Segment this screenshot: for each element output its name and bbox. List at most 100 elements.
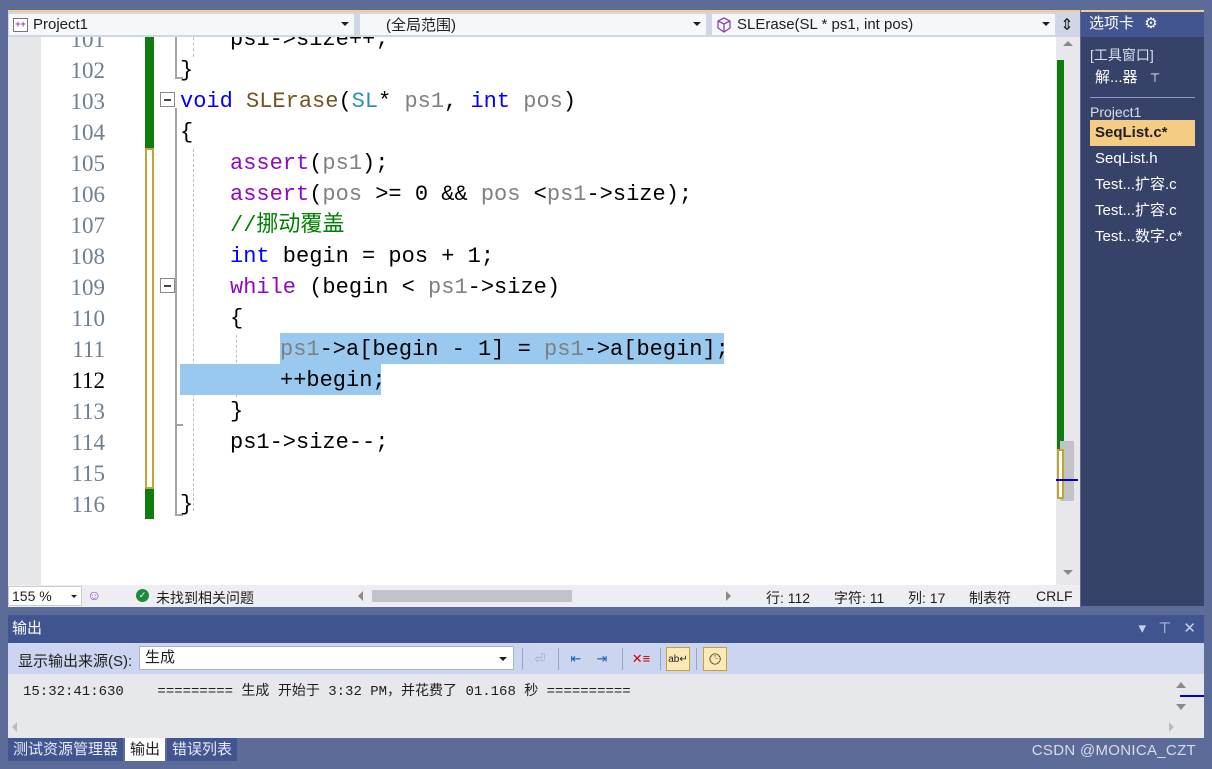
- outline-line: [175, 37, 177, 79]
- line-number: 107: [70, 213, 106, 238]
- code-line-110: {: [230, 303, 243, 334]
- line-number: 108: [70, 244, 106, 269]
- tool-window-group-label: [工具窗口]: [1090, 47, 1154, 63]
- chevron-down-icon: [693, 22, 701, 26]
- saved-change-marker: [145, 37, 154, 148]
- code-text: (: [309, 151, 323, 176]
- tab-test-expand-2[interactable]: Test...扩容.c: [1081, 198, 1204, 224]
- editor-status-bar: 155 % ☺ ✓ 未找到相关问题 行: 112 字符: 11 列: 17 制表…: [8, 585, 1080, 607]
- project-dropdown[interactable]: ++ Project1: [8, 13, 355, 36]
- tab-label: 解...器: [1095, 69, 1138, 86]
- gear-icon[interactable]: ⚙: [1144, 15, 1157, 32]
- scrollbar-unsaved-marker: [1057, 449, 1064, 499]
- scroll-up-icon[interactable]: [1063, 41, 1073, 46]
- line-indicator[interactable]: 行: 112: [766, 588, 810, 608]
- code-text: }: [180, 58, 194, 83]
- scope-label: (全局范围): [386, 17, 456, 34]
- intellicode-health-icon[interactable]: ☺: [87, 587, 101, 603]
- function-cube-icon: [717, 16, 731, 33]
- line-number: 103: [70, 89, 106, 114]
- scroll-up-icon[interactable]: [1176, 682, 1186, 688]
- tab-seqlist-c[interactable]: SeqList.c*: [1090, 120, 1195, 146]
- scope-dropdown[interactable]: (全局范围): [359, 13, 707, 36]
- scroll-right-icon[interactable]: [1169, 722, 1174, 732]
- previous-message-button[interactable]: ⇤: [564, 647, 588, 671]
- horizontal-scrollbar-thumb[interactable]: [372, 590, 572, 602]
- scroll-right-icon[interactable]: [726, 591, 731, 601]
- scroll-left-icon[interactable]: [358, 591, 363, 601]
- find-message-icon: ⏎: [534, 651, 546, 666]
- pin-icon[interactable]: ⊤: [1150, 71, 1160, 85]
- line-number: 114: [71, 430, 105, 455]
- tab-solution-explorer[interactable]: 解...器 ⊤: [1081, 65, 1204, 91]
- function-dropdown[interactable]: SLErase(SL * ps1, int pos): [711, 13, 1056, 36]
- code-text: (: [338, 89, 352, 114]
- output-text-area[interactable]: 15:32:41:630 ========= 生成 开始于 3:32 PM，并花…: [8, 674, 1204, 738]
- tab-seqlist-h[interactable]: SeqList.h: [1081, 146, 1204, 172]
- code-text: }: [230, 399, 244, 424]
- code-editor[interactable]: 101 102 103 104 105 106 107 108 109 110 …: [8, 37, 1080, 585]
- code-text: ps1->size--;: [230, 430, 389, 455]
- collapse-while-toggle[interactable]: [160, 278, 175, 293]
- tab-test-expand-1[interactable]: Test...扩容.c: [1081, 172, 1204, 198]
- code-text: }: [180, 492, 194, 517]
- vertical-scrollbar[interactable]: [1056, 37, 1080, 585]
- issues-status[interactable]: 未找到相关问题: [156, 588, 254, 608]
- code-text: ): [562, 89, 577, 114]
- arrow-left-lines-icon: ⇤: [570, 651, 582, 666]
- line-number: 113: [71, 399, 105, 424]
- word-wrap-icon: ab↵: [668, 653, 688, 665]
- code-line-113: }: [230, 396, 243, 427]
- line-number-current: 112: [71, 368, 105, 393]
- code-text: );: [362, 151, 389, 176]
- parameter: ps1: [280, 337, 320, 362]
- code-text: ->size): [467, 275, 561, 300]
- indent-mode-indicator[interactable]: 制表符: [969, 588, 1011, 608]
- column-indicator[interactable]: 列: 17: [908, 588, 945, 608]
- code-line-116: }: [180, 489, 193, 520]
- dropdown-icon[interactable]: ▾: [1138, 620, 1146, 637]
- line-ending-indicator[interactable]: CRLF: [1036, 588, 1073, 604]
- output-panel-title: 输出: [12, 620, 43, 637]
- scrollbar-caret-marker: [1180, 695, 1204, 697]
- output-line: 15:32:41:630 ========= 生成 开始于 3:32 PM，并花…: [23, 684, 631, 700]
- code-text: {: [180, 120, 194, 145]
- tab-error-list[interactable]: 错误列表: [167, 738, 238, 761]
- line-number: 105: [70, 151, 106, 176]
- line-number: 111: [72, 337, 105, 362]
- tabs-panel-title: 选项卡: [1089, 15, 1135, 32]
- char-indicator[interactable]: 字符: 11: [834, 588, 884, 608]
- code-text: begin = pos + 1;: [269, 244, 495, 269]
- code-line-106: assert(pos >= 0 && pos <ps1->size);: [230, 179, 692, 210]
- scroll-left-icon[interactable]: [12, 722, 17, 732]
- toolbar-separator: [696, 648, 697, 670]
- parameter: pos: [510, 89, 563, 114]
- split-window-button[interactable]: ⇕: [1056, 12, 1078, 37]
- output-source-dropdown[interactable]: 生成: [139, 646, 514, 670]
- function-label: SLErase(SL * ps1, int pos): [737, 16, 914, 33]
- close-icon[interactable]: ✕: [1183, 620, 1196, 637]
- tab-test-explorer[interactable]: 测试资源管理器: [8, 738, 124, 761]
- timestamp-toggle[interactable]: 🕒︎: [703, 647, 727, 671]
- code-text: (: [309, 182, 323, 207]
- zoom-level-dropdown[interactable]: 155 %: [8, 586, 82, 606]
- code-text: <: [520, 182, 547, 207]
- find-message-button[interactable]: ⏎: [528, 647, 552, 671]
- tab-test-number[interactable]: Test...数字.c*: [1081, 224, 1204, 250]
- tabs-panel-header: 选项卡 ⚙: [1081, 10, 1204, 37]
- scroll-down-icon[interactable]: [1176, 704, 1186, 710]
- code-line-107: //挪动覆盖: [230, 210, 344, 241]
- scroll-down-icon[interactable]: [1063, 570, 1073, 575]
- chevron-down-icon: [1042, 22, 1050, 26]
- word-wrap-toggle[interactable]: ab↵: [666, 647, 690, 671]
- collapse-function-toggle[interactable]: [160, 92, 175, 107]
- line-number: 109: [70, 275, 106, 300]
- line-number: 110: [71, 306, 105, 331]
- check-circle-icon: ✓: [136, 589, 149, 602]
- tab-output[interactable]: 输出: [125, 738, 166, 761]
- line-number: 116: [71, 492, 105, 517]
- next-message-button[interactable]: ⇥: [590, 647, 614, 671]
- code-line-109: while (begin < ps1->size): [230, 272, 560, 303]
- clear-all-button[interactable]: ✕≡: [629, 647, 653, 671]
- pin-icon[interactable]: ⊤: [1158, 620, 1171, 637]
